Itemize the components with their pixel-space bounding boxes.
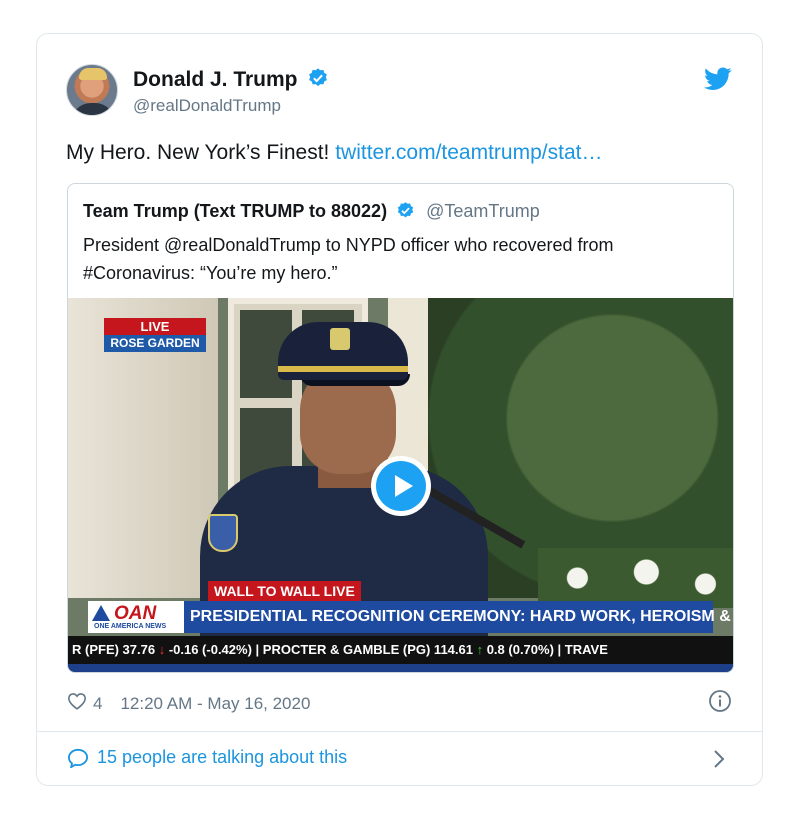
video-headline: PRESIDENTIAL RECOGNITION CEREMONY: HARD … (190, 608, 734, 625)
stock-ticker: R (PFE) 37.76 ↓ -0.16 (-0.42%) | PROCTER… (68, 636, 733, 664)
author-name[interactable]: Donald J. Trump (133, 68, 298, 91)
heart-icon[interactable] (67, 692, 87, 715)
ticker-part-2: -0.16 (-0.42%) | PROCTER & GAMBLE (PG) 1… (165, 642, 477, 657)
oan-logo-text: OAN (114, 603, 157, 624)
info-icon[interactable] (708, 689, 732, 718)
quoted-author-name[interactable]: Team Trump (Text TRUMP to 88022) (83, 201, 387, 221)
author-avatar[interactable] (66, 64, 118, 116)
quoted-header: Team Trump (Text TRUMP to 88022) @TeamTr… (83, 201, 540, 225)
footer-divider (37, 731, 762, 732)
talking-text[interactable]: 15 people are talking about this (97, 747, 347, 768)
ticker-part-1: R (PFE) 37.76 (72, 642, 159, 657)
tweet-card: Donald J. Trump @realDonaldTrump My Hero… (36, 33, 763, 786)
author-name-row[interactable]: Donald J. Trump (133, 67, 329, 95)
officer-cap (278, 322, 408, 380)
ticker-part-3: 0.8 (0.70%) | TRAVE (483, 642, 608, 657)
play-button[interactable] (371, 456, 431, 516)
quoted-text: President @realDonaldTrump to NYPD offic… (83, 235, 614, 283)
tweet-body: My Hero. New York’s Finest! (66, 141, 336, 164)
oan-logo-sub: ONE AMERICA NEWS (94, 623, 167, 630)
oan-logo: OAN ONE AMERICA NEWS (88, 601, 184, 633)
location-label: ROSE GARDEN (104, 335, 206, 352)
avatar-suit (71, 103, 115, 115)
tweet-link[interactable]: twitter.com/teamtrump/stat… (335, 141, 602, 164)
comment-icon (67, 748, 89, 768)
live-label: LIVE (104, 318, 206, 335)
play-icon[interactable] (376, 461, 426, 511)
live-tag: LIVE ROSE GARDEN (104, 318, 206, 352)
scene-flowers (538, 548, 733, 608)
verified-icon (307, 67, 329, 95)
video-player[interactable]: LIVE ROSE GARDEN WALL TO WALL LIVE OAN O… (68, 298, 733, 672)
timestamp[interactable]: 12:20 AM - May 16, 2020 (120, 694, 310, 714)
lower-third: OAN ONE AMERICA NEWS PRESIDENTIAL RECOGN… (88, 601, 733, 633)
tweet-meta: 4 12:20 AM - May 16, 2020 (67, 692, 310, 715)
quoted-author-handle[interactable]: @TeamTrump (426, 201, 540, 221)
twitter-bird-icon[interactable] (704, 67, 732, 96)
like-count[interactable]: 4 (93, 694, 102, 714)
ticker-bottom-bar (68, 664, 733, 672)
oan-logo-mark-icon (92, 605, 110, 621)
wall-to-wall-tag: WALL TO WALL LIVE (208, 581, 361, 601)
tweet-text: My Hero. New York’s Finest! twitter.com/… (66, 141, 602, 165)
nypd-patch (208, 514, 238, 552)
talking-link[interactable]: 15 people are talking about this (67, 747, 347, 768)
avatar-hair (79, 68, 107, 80)
chevron-right-icon[interactable] (712, 748, 726, 775)
quoted-verified-icon (396, 201, 415, 225)
author-handle[interactable]: @realDonaldTrump (133, 96, 281, 116)
quoted-tweet[interactable]: Team Trump (Text TRUMP to 88022) @TeamTr… (67, 183, 734, 673)
